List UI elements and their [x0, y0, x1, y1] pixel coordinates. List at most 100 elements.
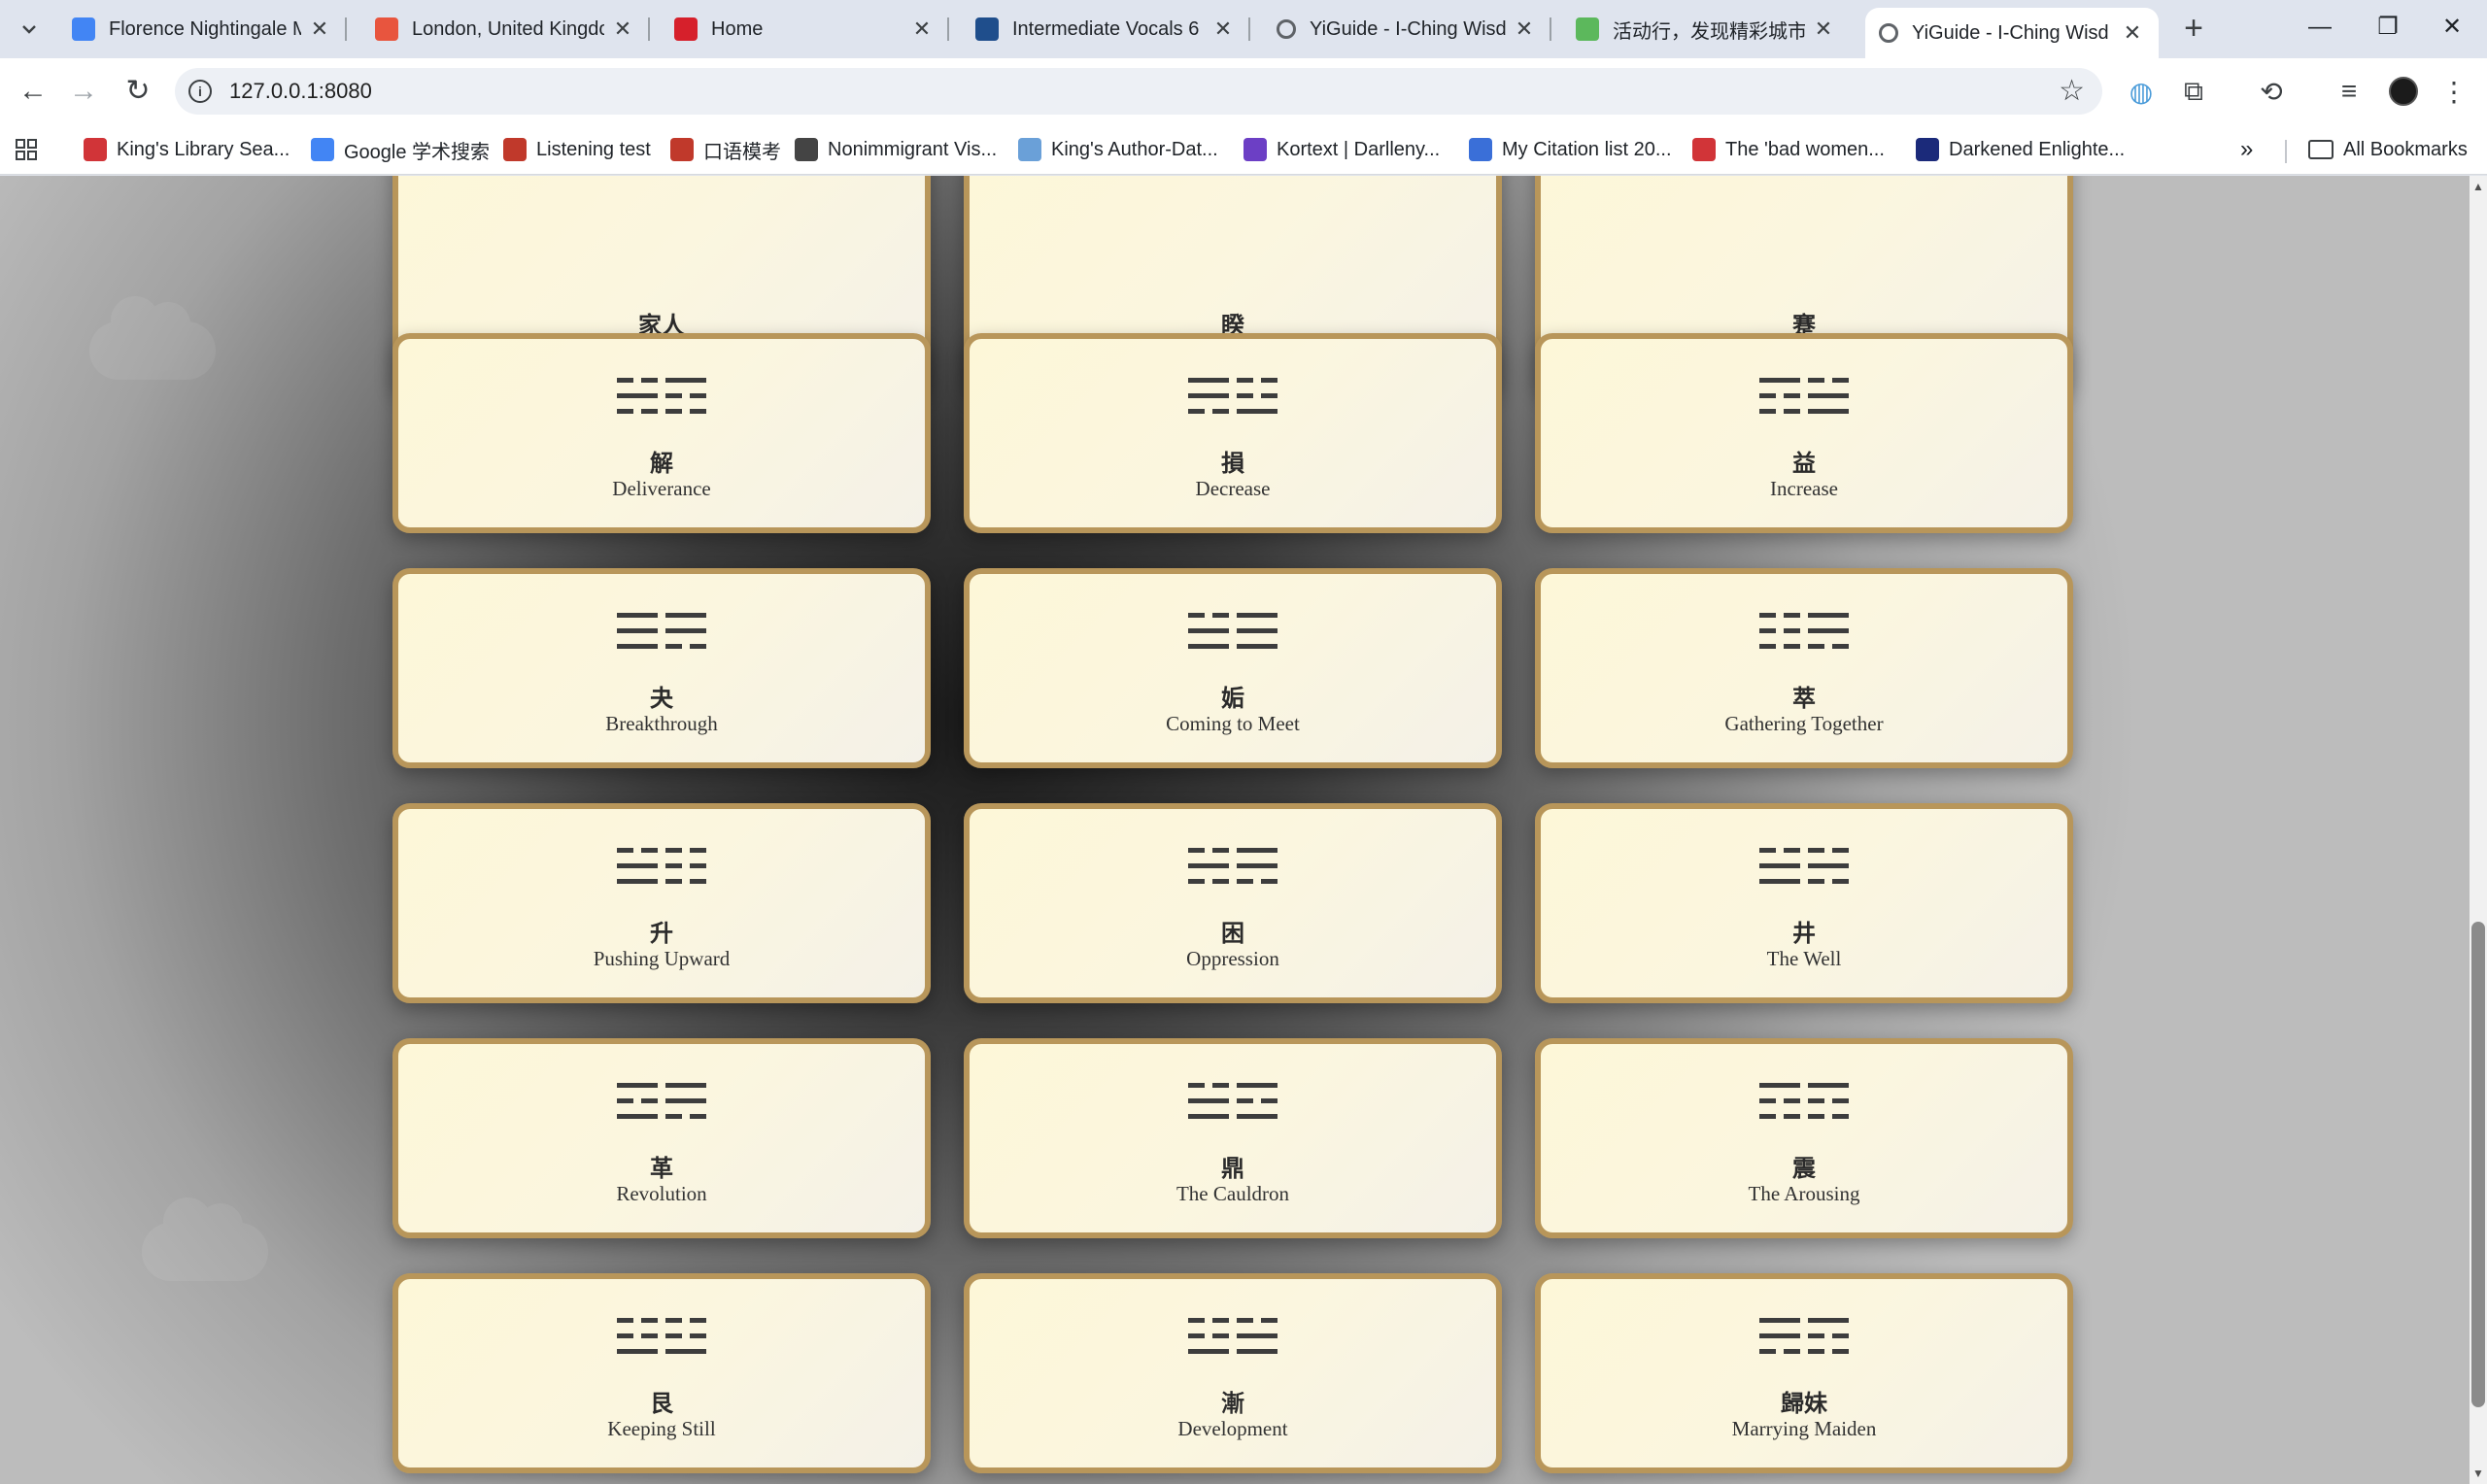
hexagram-line — [617, 1349, 658, 1354]
hexagram-card[interactable]: 萃 Gathering Together — [1535, 568, 2073, 768]
hexagram-line — [1212, 1333, 1229, 1338]
extensions-puzzle-icon[interactable]: ⧉ — [2174, 72, 2213, 111]
close-tab-icon[interactable]: ✕ — [1811, 17, 1836, 42]
bookmark-item[interactable]: King's Author-Dat... — [1018, 132, 1218, 167]
hexagram-line — [1237, 628, 1278, 633]
hexagram-line — [665, 863, 682, 868]
media-control-icon[interactable]: ≡ — [2330, 72, 2368, 111]
hexagram-card[interactable]: 益 Increase — [1535, 333, 2073, 533]
hexagram-card[interactable]: 鼎 The Cauldron — [964, 1038, 1502, 1238]
hexagram-line — [690, 393, 706, 398]
hexagram-line — [1808, 1349, 1824, 1354]
bookmark-item[interactable]: Darkened Enlighte... — [1916, 132, 2125, 167]
browser-tab[interactable]: Home ✕ — [661, 8, 949, 51]
history-icon[interactable]: ⟲ — [2252, 72, 2291, 111]
apps-grid-icon[interactable] — [16, 132, 37, 167]
close-window-button[interactable]: ✕ — [2423, 8, 2481, 47]
w-icon — [503, 138, 527, 161]
bookmark-star-icon[interactable]: ☆ — [2059, 74, 2085, 108]
bookmark-label: The 'bad women... — [1725, 138, 1885, 160]
close-tab-icon[interactable]: ✕ — [909, 17, 935, 42]
minimize-button[interactable]: — — [2291, 8, 2349, 47]
hexagram-card[interactable]: 歸妹 Marrying Maiden — [1535, 1273, 2073, 1473]
new-tab-button[interactable]: + — [2176, 12, 2211, 47]
bookmark-item[interactable]: Google 学术搜索 — [311, 132, 490, 167]
bookmark-item[interactable]: Listening test — [503, 132, 651, 167]
scroll-down-arrow-icon[interactable]: ▼ — [2471, 1467, 2485, 1480]
bookmark-item[interactable]: 口语模考 — [670, 132, 781, 167]
hexagram-line — [1188, 1318, 1205, 1323]
url-text[interactable]: 127.0.0.1:8080 — [229, 79, 372, 104]
restore-button[interactable]: ❐ — [2359, 8, 2417, 47]
close-tab-icon[interactable]: ✕ — [307, 17, 332, 42]
hexagram-card[interactable]: 損 Decrease — [964, 333, 1502, 533]
hexagram-line — [1188, 409, 1205, 414]
hexagram-line — [617, 1098, 633, 1103]
hexagram-card[interactable]: 解 Deliverance — [392, 333, 931, 533]
close-tab-icon[interactable]: ✕ — [1210, 17, 1236, 42]
hexagram-line — [1784, 1114, 1800, 1119]
hexagram-card[interactable]: 夬 Breakthrough — [392, 568, 931, 768]
forward-button[interactable]: → — [64, 72, 103, 111]
scrollbar-track[interactable]: ▲ ▼ — [2470, 176, 2487, 1484]
bookmark-item[interactable]: The 'bad women... — [1692, 132, 1885, 167]
scroll-up-arrow-icon[interactable]: ▲ — [2471, 180, 2485, 193]
more-bookmarks-button[interactable]: » — [2240, 132, 2253, 167]
menu-kebab-icon[interactable]: ⋮ — [2435, 72, 2473, 111]
bookmark-item[interactable]: King's Library Sea... — [84, 132, 290, 167]
hexagram-card[interactable]: 姤 Coming to Meet — [964, 568, 1502, 768]
k-icon — [84, 138, 107, 161]
page-viewport: 家人The Family睽Opposition蹇Obstruction解Deli… — [0, 176, 2487, 1484]
hexagram-lines-icon — [970, 844, 1496, 887]
bookmark-item[interactable]: Kortext | Darlleny... — [1244, 132, 1440, 167]
profile-avatar[interactable] — [2384, 72, 2423, 111]
browser-tab[interactable]: London, United Kingdo ✕ — [361, 8, 650, 51]
browser-tab[interactable]: 活动行，发现精彩城市生 ✕ — [1562, 8, 1850, 51]
hexagram-line — [1212, 1318, 1229, 1323]
reload-button[interactable]: ↻ — [119, 72, 157, 111]
hexagram-line — [1759, 1098, 1776, 1103]
hexagram-line — [617, 1114, 658, 1119]
hexagram-card[interactable]: 漸 Development — [964, 1273, 1502, 1473]
hexagram-card[interactable]: 震 The Arousing — [1535, 1038, 2073, 1238]
hexagram-lines-icon — [970, 1314, 1496, 1357]
site-info-icon[interactable]: i — [188, 80, 212, 103]
browser-toolbar: ← → ↻ i 127.0.0.1:8080 ☆ ◍ ⧉ ⟲ ≡ ⋮ — [0, 58, 2487, 124]
scrollbar-thumb[interactable] — [2471, 922, 2485, 1407]
back-button[interactable]: ← — [14, 72, 52, 111]
tab-search-button[interactable] — [14, 14, 45, 45]
close-tab-icon[interactable]: ✕ — [2120, 20, 2145, 46]
hexagram-line — [690, 644, 706, 649]
bookmark-label: Nonimmigrant Vis... — [828, 138, 998, 160]
browser-tab[interactable]: YiGuide - I-Ching Wisd ✕ — [1263, 8, 1551, 51]
hexagram-line — [1759, 628, 1776, 633]
hexagram-chinese-name: 姤 — [1221, 685, 1244, 712]
hexagram-card[interactable]: 井 The Well — [1535, 803, 2073, 1003]
browser-tab[interactable]: Intermediate Vocals 6 V ✕ — [962, 8, 1250, 51]
hexagram-line — [641, 1333, 658, 1338]
close-tab-icon[interactable]: ✕ — [1512, 17, 1537, 42]
hexagram-line — [1808, 1318, 1849, 1323]
hexagram-line — [1188, 613, 1205, 618]
hexagram-card[interactable]: 艮 Keeping Still — [392, 1273, 931, 1473]
hexagram-card[interactable]: 革 Revolution — [392, 1038, 931, 1238]
hexagram-line — [1237, 1083, 1278, 1088]
bookmark-item[interactable]: My Citation list 20... — [1469, 132, 1672, 167]
hexagram-card[interactable]: 困 Oppression — [964, 803, 1502, 1003]
hexagram-symbol — [617, 848, 706, 884]
hexagram-line — [1784, 409, 1800, 414]
hexagram-card[interactable]: 升 Pushing Upward — [392, 803, 931, 1003]
browser-tab[interactable]: YiGuide - I-Ching Wisd ✕ — [1865, 8, 2159, 58]
hexagram-lines-icon — [398, 844, 925, 887]
browser-tab[interactable]: Florence Nightingale M ✕ — [58, 8, 347, 51]
extension-globe-icon[interactable]: ◍ — [2122, 72, 2161, 111]
address-bar[interactable]: i 127.0.0.1:8080 ☆ — [175, 68, 2102, 115]
hexagram-line — [1261, 1098, 1278, 1103]
hexagram-line — [1808, 378, 1824, 383]
bookmark-item[interactable]: Nonimmigrant Vis... — [795, 132, 997, 167]
hexagram-line — [1784, 1349, 1800, 1354]
hexagram-line — [1212, 409, 1229, 414]
all-bookmarks-button[interactable]: All Bookmarks — [2308, 132, 2468, 167]
hexagram-line — [1759, 1318, 1800, 1323]
close-tab-icon[interactable]: ✕ — [610, 17, 635, 42]
